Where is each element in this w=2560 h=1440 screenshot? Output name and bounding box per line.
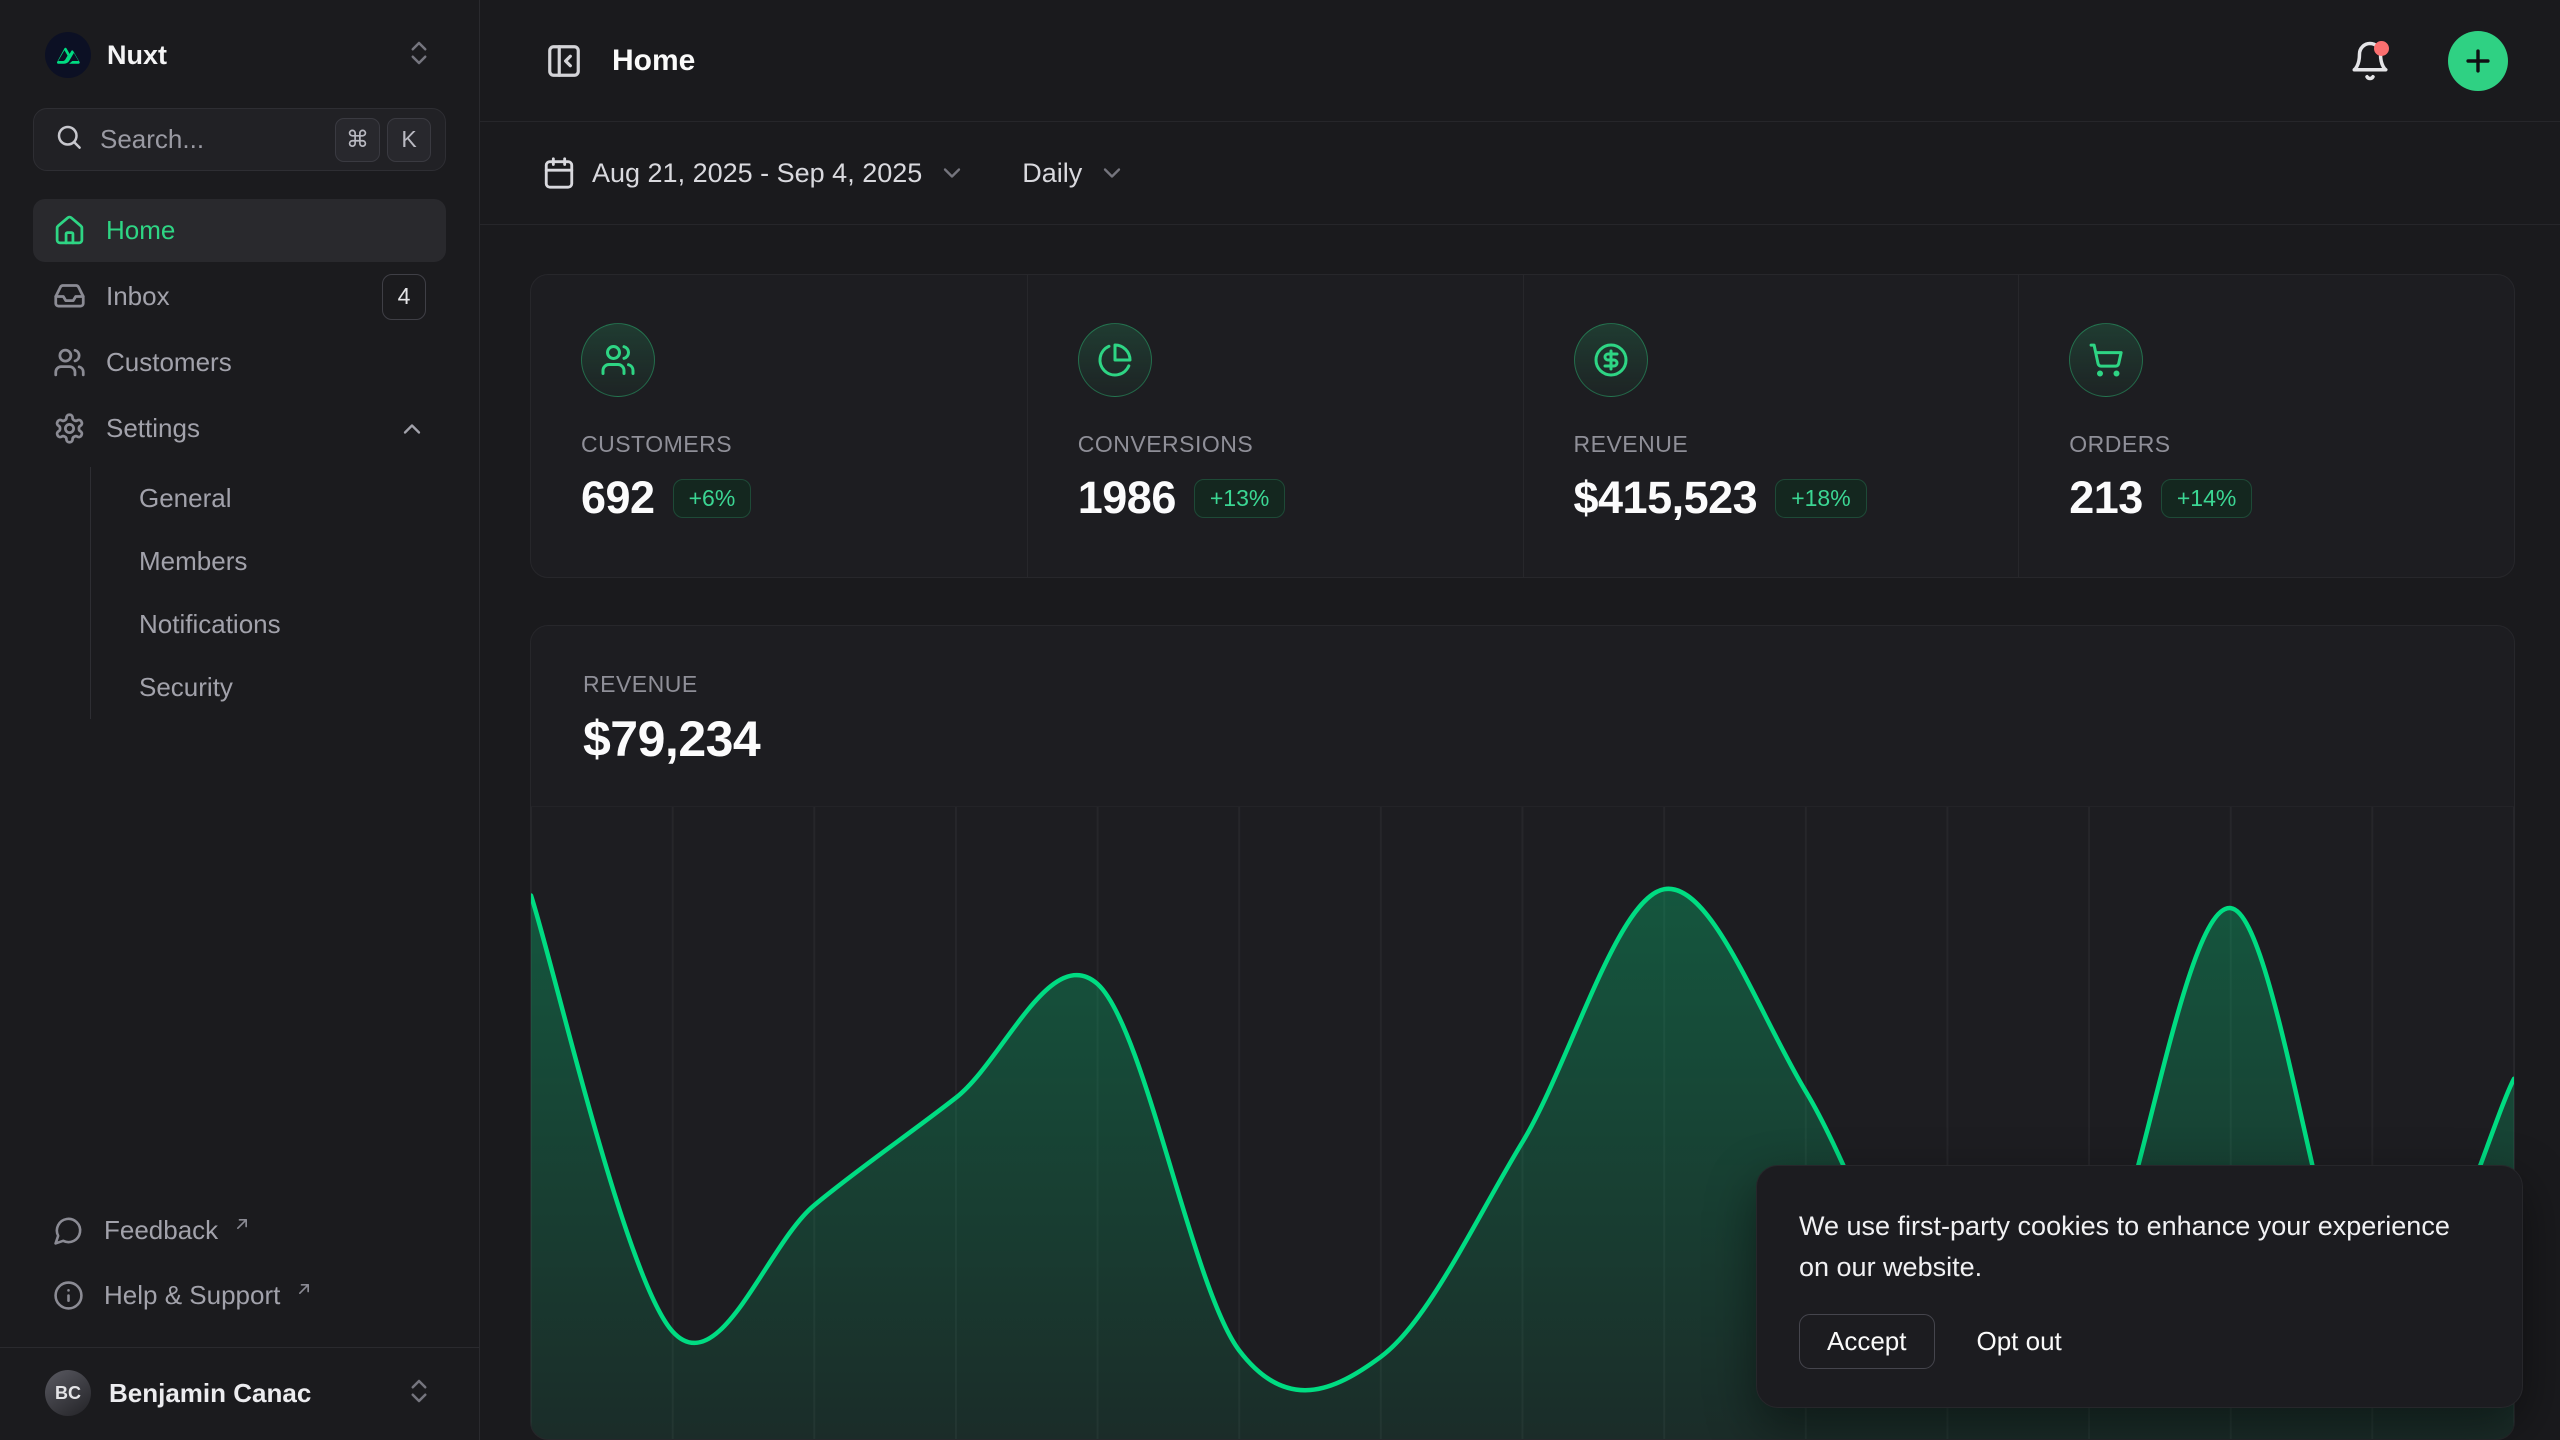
- sidebar-footer: Feedback Help & Support: [33, 1199, 446, 1341]
- plus-icon: [2461, 44, 2495, 78]
- cookie-banner: We use first-party cookies to enhance yo…: [1756, 1165, 2523, 1408]
- inbox-count-badge: 4: [382, 274, 426, 320]
- stat-delta-badge: +18%: [1775, 479, 1866, 518]
- stats-card: CUSTOMERS 692 +6% CONVERSIONS 1986 +13%: [530, 274, 2515, 578]
- date-range-picker[interactable]: Aug 21, 2025 - Sep 4, 2025: [542, 156, 966, 190]
- revenue-chart-header: REVENUE $79,234: [531, 626, 2514, 806]
- stat-value: 213: [2069, 472, 2143, 524]
- notification-dot: [2374, 41, 2389, 56]
- external-link-icon: [232, 1214, 252, 1234]
- stat-label: CONVERSIONS: [1078, 431, 1473, 458]
- stat-conversions[interactable]: CONVERSIONS 1986 +13%: [1027, 275, 1523, 577]
- sidebar-subitem-security[interactable]: Security: [139, 656, 446, 719]
- sidebar-collapse-button[interactable]: [542, 39, 586, 83]
- message-bubble-icon: [53, 1215, 84, 1246]
- stat-orders[interactable]: ORDERS 213 +14%: [2018, 275, 2514, 577]
- sidebar-item-label: Home: [106, 215, 426, 246]
- stat-value: 1986: [1078, 472, 1176, 524]
- kbd-k: K: [387, 118, 431, 162]
- stat-revenue[interactable]: REVENUE $415,523 +18%: [1523, 275, 2019, 577]
- users-icon: [581, 323, 655, 397]
- house-icon: [53, 214, 86, 247]
- user-menu[interactable]: BC Benjamin Canac: [33, 1362, 446, 1424]
- chevrons-up-down-icon: [404, 1376, 434, 1411]
- date-range-value: Aug 21, 2025 - Sep 4, 2025: [592, 158, 922, 189]
- notifications-button[interactable]: [2344, 35, 2396, 87]
- chevrons-up-down-icon: [404, 38, 434, 73]
- sidebar-subitem-members[interactable]: Members: [139, 530, 446, 593]
- filter-bar: Aug 21, 2025 - Sep 4, 2025 Daily: [480, 122, 2560, 225]
- sidebar-item-home[interactable]: Home: [33, 199, 446, 262]
- calendar-icon: [542, 156, 576, 190]
- chevron-up-icon: [398, 415, 426, 443]
- info-circle-icon: [53, 1280, 84, 1311]
- help-support-label: Help & Support: [104, 1280, 280, 1311]
- sidebar-item-settings[interactable]: Settings: [33, 397, 446, 460]
- sidebar-subitem-notifications[interactable]: Notifications: [139, 593, 446, 656]
- feedback-link[interactable]: Feedback: [33, 1199, 446, 1262]
- chevron-down-icon: [1098, 159, 1126, 187]
- kbd-cmd: ⌘: [335, 118, 380, 162]
- stat-delta-badge: +6%: [673, 479, 752, 518]
- chevron-down-icon: [938, 159, 966, 187]
- sidebar: Nuxt Search... ⌘ K Home: [0, 0, 480, 1440]
- nuxt-logo-icon: [45, 32, 91, 78]
- stat-label: ORDERS: [2069, 431, 2464, 458]
- help-support-link[interactable]: Help & Support: [33, 1264, 446, 1327]
- workspace-name: Nuxt: [107, 40, 388, 71]
- sidebar-spacer: [33, 721, 446, 1199]
- sidebar-nav: Home Inbox 4 Customers Settings: [33, 199, 446, 721]
- revenue-chart-value: $79,234: [583, 710, 2462, 768]
- stat-customers[interactable]: CUSTOMERS 692 +6%: [531, 275, 1027, 577]
- cookie-message: We use first-party cookies to enhance yo…: [1799, 1206, 2480, 1288]
- granularity-select[interactable]: Daily: [1022, 158, 1126, 189]
- opt-out-button[interactable]: Opt out: [1973, 1315, 2066, 1368]
- search-shortcut: ⌘ K: [335, 118, 431, 162]
- user-strip: BC Benjamin Canac: [0, 1347, 479, 1440]
- stat-value: 692: [581, 472, 655, 524]
- external-link-icon: [294, 1279, 314, 1299]
- sidebar-item-inbox[interactable]: Inbox 4: [33, 265, 446, 328]
- avatar: BC: [45, 1370, 91, 1416]
- stat-label: REVENUE: [1574, 431, 1969, 458]
- granularity-value: Daily: [1022, 158, 1082, 189]
- stat-label: CUSTOMERS: [581, 431, 977, 458]
- search-placeholder: Search...: [100, 124, 319, 155]
- inbox-icon: [53, 280, 86, 313]
- stat-delta-badge: +13%: [1194, 479, 1285, 518]
- workspace-switcher[interactable]: Nuxt: [33, 24, 446, 86]
- users-icon: [53, 346, 86, 379]
- revenue-chart-label: REVENUE: [583, 671, 2462, 698]
- user-name: Benjamin Canac: [109, 1378, 386, 1409]
- accept-button[interactable]: Accept: [1799, 1314, 1935, 1369]
- settings-subnav: General Members Notifications Security: [90, 467, 446, 719]
- sidebar-item-label: Customers: [106, 347, 426, 378]
- sidebar-item-label: Inbox: [106, 281, 362, 312]
- sidebar-subitem-general[interactable]: General: [139, 467, 446, 530]
- search-input[interactable]: Search... ⌘ K: [33, 108, 446, 171]
- pie-chart-icon: [1078, 323, 1152, 397]
- feedback-label: Feedback: [104, 1215, 218, 1246]
- stat-delta-badge: +14%: [2161, 479, 2252, 518]
- sidebar-item-label: Settings: [106, 413, 378, 444]
- gear-icon: [53, 412, 86, 445]
- stat-value: $415,523: [1574, 472, 1758, 524]
- page-header: Home: [480, 0, 2560, 122]
- add-new-button[interactable]: [2448, 31, 2508, 91]
- dashboard-app: Nuxt Search... ⌘ K Home: [0, 0, 2560, 1440]
- dollar-circle-icon: [1574, 323, 1648, 397]
- cart-icon: [2069, 323, 2143, 397]
- sidebar-item-customers[interactable]: Customers: [33, 331, 446, 394]
- search-icon: [54, 122, 84, 157]
- page-title: Home: [612, 44, 2318, 78]
